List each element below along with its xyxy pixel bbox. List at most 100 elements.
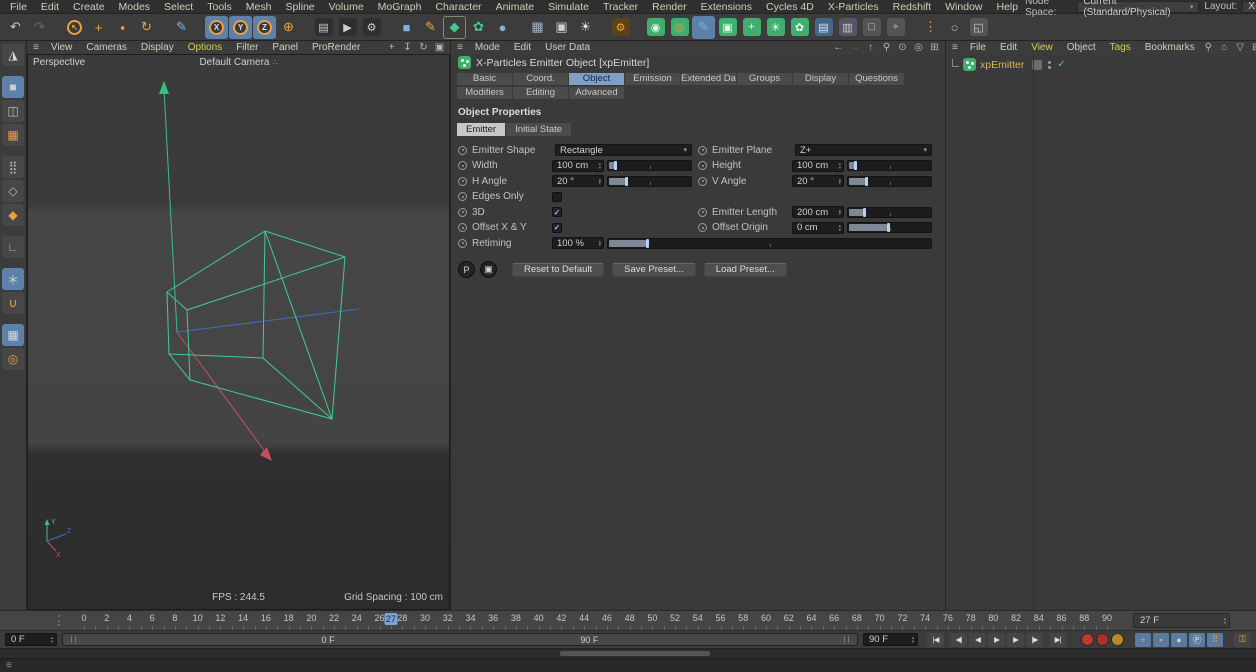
menu-bookmarks[interactable]: Bookmarks xyxy=(1138,42,1202,53)
viewport-toggle-icon[interactable]: ▣ xyxy=(433,42,446,53)
subtab-initial-state[interactable]: Initial State xyxy=(506,123,572,136)
volume-icon[interactable]: ● xyxy=(491,16,514,39)
emitter-length-input[interactable]: 200 cm ▴ ▾ xyxy=(792,206,844,218)
v-angle-input[interactable]: 20 ° ▴ ▾ xyxy=(792,175,844,187)
prev-frame-button[interactable]: ◀ xyxy=(969,632,986,647)
goto-start-button[interactable]: |◀ xyxy=(927,632,944,647)
subtab-emitter[interactable]: Emitter xyxy=(457,123,506,136)
history-back-icon[interactable]: ← xyxy=(832,42,845,53)
tab-modifiers[interactable]: Modifiers xyxy=(457,87,512,99)
texture-mode-icon[interactable]: ◫ xyxy=(2,100,24,122)
status-menu-icon[interactable]: ≡ xyxy=(6,660,12,671)
next-key-button[interactable]: |▶ xyxy=(1026,632,1043,647)
menu-edit[interactable]: Edit xyxy=(993,42,1024,53)
menu-simulate[interactable]: Simulate xyxy=(541,1,596,13)
animation-dot-icon[interactable] xyxy=(458,223,467,232)
offset-xy-checkbox[interactable]: ✓ xyxy=(552,222,562,233)
xp-system-icon[interactable]: ⚙ xyxy=(609,16,632,39)
goto-end-button[interactable]: ▶| xyxy=(1049,632,1066,647)
xp-paint-icon[interactable]: ✎ xyxy=(692,15,715,39)
polygons-mode-icon[interactable]: ◆ xyxy=(2,204,24,226)
menu-mode[interactable]: Mode xyxy=(468,42,507,53)
animation-dot-icon[interactable] xyxy=(698,176,707,186)
menu-panel[interactable]: Panel xyxy=(265,42,305,53)
xp-sheet-icon[interactable]: □ xyxy=(860,16,883,39)
keyframe-selection-set-icon[interactable] xyxy=(1111,633,1124,646)
camera-pan-icon[interactable]: + xyxy=(385,42,398,53)
tab-object[interactable]: Object xyxy=(569,73,624,85)
xp-explorer-icon[interactable]: ⌖ xyxy=(884,16,907,39)
workplane-snap-icon[interactable]: ▦ xyxy=(2,324,24,346)
stepper-icon[interactable]: ▴ ▾ xyxy=(839,224,842,231)
play-button[interactable]: ▶ xyxy=(988,632,1005,647)
layout-area-icon[interactable]: ◱ xyxy=(967,16,990,39)
animation-dot-icon[interactable] xyxy=(698,223,707,232)
parent-object-icon[interactable]: ↑ xyxy=(864,42,877,53)
current-frame-field[interactable]: 27 F ▴ ▾ xyxy=(1133,613,1230,628)
menu-window[interactable]: Window xyxy=(938,1,989,13)
magnet-tool-icon[interactable]: ∪ xyxy=(2,292,24,314)
camera-label[interactable]: Default Camera ∴ xyxy=(199,57,277,68)
height-slider[interactable] xyxy=(847,160,932,171)
menu-create[interactable]: Create xyxy=(66,1,112,13)
menu-edit[interactable]: Edit xyxy=(507,42,538,53)
projection-label[interactable]: Perspective xyxy=(33,57,85,68)
offset-origin-slider[interactable] xyxy=(847,222,932,233)
h-angle-slider[interactable] xyxy=(607,175,692,187)
last-tool-icon[interactable]: ✎ xyxy=(170,16,193,39)
v-angle-slider[interactable] xyxy=(847,175,932,187)
solo-mode-icon[interactable]: ◎ xyxy=(2,348,24,370)
stepper-icon[interactable]: ▴ ▾ xyxy=(839,162,842,169)
tab-advanced[interactable]: Advanced xyxy=(569,87,624,99)
x-axis-lock-icon[interactable]: X xyxy=(205,15,228,39)
tab-basic[interactable]: Basic xyxy=(457,73,512,85)
xp-preset-icon[interactable]: P xyxy=(458,261,475,278)
menu-mesh[interactable]: Mesh xyxy=(239,1,279,13)
menu-view[interactable]: View xyxy=(44,42,80,53)
object-name[interactable]: xpEmitter xyxy=(980,59,1024,71)
menu-animate[interactable]: Animate xyxy=(489,1,542,13)
next-frame-button[interactable]: ▶ xyxy=(1007,632,1024,647)
layout-select[interactable]: X-Particles▾ xyxy=(1242,0,1256,13)
width-input[interactable]: 100 cm ▴ ▾ xyxy=(552,159,604,172)
menu-filter[interactable]: Filter xyxy=(229,42,265,53)
menu-cameras[interactable]: Cameras xyxy=(79,42,134,53)
menu-help[interactable]: Help xyxy=(990,1,1026,13)
xp-emitter-icon[interactable]: ◉ xyxy=(644,16,667,39)
menu-edit[interactable]: Edit xyxy=(34,1,66,13)
record-rotation-toggle[interactable]: ● xyxy=(1171,632,1187,647)
floor-icon[interactable]: ▦ xyxy=(526,16,549,39)
playhead[interactable]: 27 xyxy=(384,613,398,625)
animation-dot-icon[interactable] xyxy=(458,207,467,217)
move-icon[interactable]: + xyxy=(87,16,110,39)
stepper-icon[interactable]: ▴ ▾ xyxy=(599,177,602,185)
menu-options[interactable]: Options xyxy=(181,42,229,53)
tab-coord[interactable]: Coord. xyxy=(513,73,568,85)
stepper-icon[interactable]: ▴ ▾ xyxy=(599,239,602,247)
menu-cycles-4d[interactable]: Cycles 4D xyxy=(759,1,821,13)
reset-to-default-button[interactable]: Reset to Default xyxy=(512,262,605,277)
stepper-icon[interactable]: ▴ ▾ xyxy=(912,636,915,643)
primitive-cube-icon[interactable]: ■ xyxy=(395,16,418,39)
filter-icon[interactable]: ▽ xyxy=(1234,42,1247,53)
animation-dot-icon[interactable] xyxy=(458,192,467,201)
retiming-slider[interactable] xyxy=(607,237,932,249)
animation-dot-icon[interactable] xyxy=(698,161,707,170)
height-input[interactable]: 100 cm ▴ ▾ xyxy=(792,159,844,172)
spline-pen-icon[interactable]: ✎ xyxy=(419,16,442,39)
menu-select[interactable]: Select xyxy=(157,1,200,13)
stepper-icon[interactable]: ▴ ▾ xyxy=(51,636,54,643)
menu-render[interactable]: Render xyxy=(645,1,693,13)
light-icon[interactable]: ☀ xyxy=(574,16,597,39)
z-axis-lock-icon[interactable]: Z xyxy=(253,15,276,39)
xp-light-icon[interactable]: ☀ xyxy=(764,16,787,39)
panel-menu-icon[interactable]: ≡ xyxy=(952,42,958,53)
range-end-field[interactable]: 90 F ▴ ▾ xyxy=(863,633,918,646)
viewport-canvas[interactable]: Perspective Default Camera ∴ Y Z X FPS : … xyxy=(27,54,450,610)
xp-cache-icon[interactable]: ▥ xyxy=(836,16,859,39)
model-mode-icon[interactable]: ■ xyxy=(2,76,24,98)
stepper-icon[interactable]: ▴ ▾ xyxy=(599,162,602,169)
path-bar-icon[interactable]: ⌂ xyxy=(1218,42,1231,53)
record-scale-toggle[interactable]: ▪ xyxy=(1153,632,1169,647)
xp-modifier-icon[interactable]: ▣ xyxy=(716,16,739,39)
